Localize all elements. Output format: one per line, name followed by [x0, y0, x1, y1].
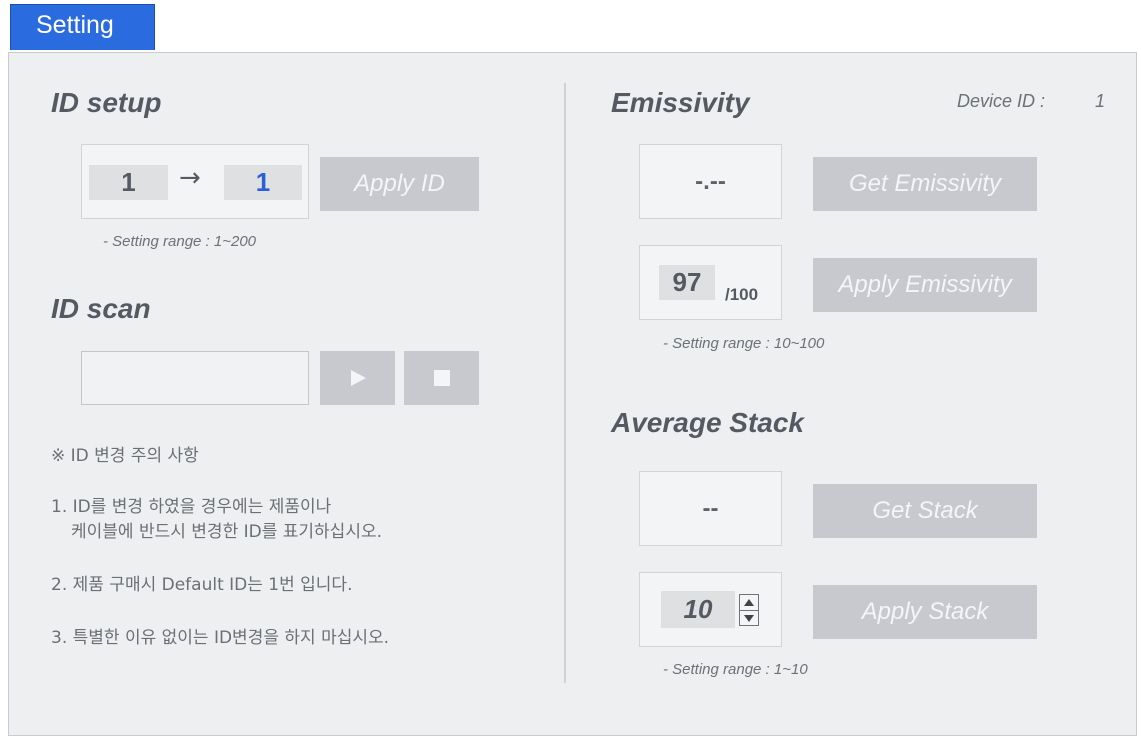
stack-input[interactable]: 10	[661, 591, 735, 628]
emissivity-title: Emissivity	[611, 87, 750, 118]
device-id-label: Device ID :	[957, 91, 1046, 111]
current-id-field: 1	[89, 165, 168, 200]
emissivity-suffix: /100	[725, 285, 759, 304]
play-button[interactable]	[320, 351, 395, 405]
get-stack-button[interactable]: Get Stack	[813, 484, 1037, 538]
caution-title: ※ ID 변경 주의 사항	[51, 446, 199, 466]
new-id-field[interactable]: 1	[224, 165, 302, 200]
stepper-up-icon[interactable]	[740, 595, 758, 611]
device-id-value: 1	[1095, 91, 1106, 111]
stack-readout: --	[702, 494, 719, 522]
stack-range-note: - Setting range : 1~10	[663, 661, 808, 678]
apply-emissivity-button[interactable]: Apply Emissivity	[813, 258, 1037, 312]
settings-panel: ID setup 1 → 1 Apply ID - Setting range …	[8, 52, 1137, 736]
id-scan-field[interactable]	[81, 351, 309, 405]
average-stack-title: Average Stack	[611, 407, 805, 438]
stack-stepper[interactable]	[739, 594, 759, 626]
arrow-icon: →	[179, 163, 201, 193]
tab-setting[interactable]: Setting	[10, 4, 155, 50]
caution-item-1-line-2: 케이블에 반드시 변경한 ID를 표기하십시오.	[71, 522, 383, 542]
id-range-note: - Setting range : 1~200	[103, 233, 257, 250]
caution-item-2: 2. 제품 구매시 Default ID는 1번 입니다.	[51, 575, 353, 595]
apply-stack-button[interactable]: Apply Stack	[813, 585, 1037, 639]
id-setup-title: ID setup	[51, 87, 162, 118]
emissivity-input[interactable]: 97	[659, 265, 715, 300]
get-emissivity-button[interactable]: Get Emissivity	[813, 157, 1037, 211]
column-divider	[564, 83, 566, 683]
apply-id-button[interactable]: Apply ID	[320, 157, 479, 211]
stop-icon	[433, 370, 450, 386]
emissivity-readout: -.--	[695, 167, 726, 195]
stepper-down-icon[interactable]	[740, 611, 758, 626]
emissivity-range-note: - Setting range : 10~100	[663, 335, 825, 352]
caution-item-3: 3. 특별한 이유 없이는 ID변경을 하지 마십시오.	[51, 628, 390, 648]
stop-button[interactable]	[404, 351, 479, 405]
play-icon	[350, 370, 366, 386]
id-scan-title: ID scan	[51, 293, 151, 324]
caution-item-1-line-1: 1. ID를 변경 하였을 경우에는 제품이나	[51, 497, 332, 517]
